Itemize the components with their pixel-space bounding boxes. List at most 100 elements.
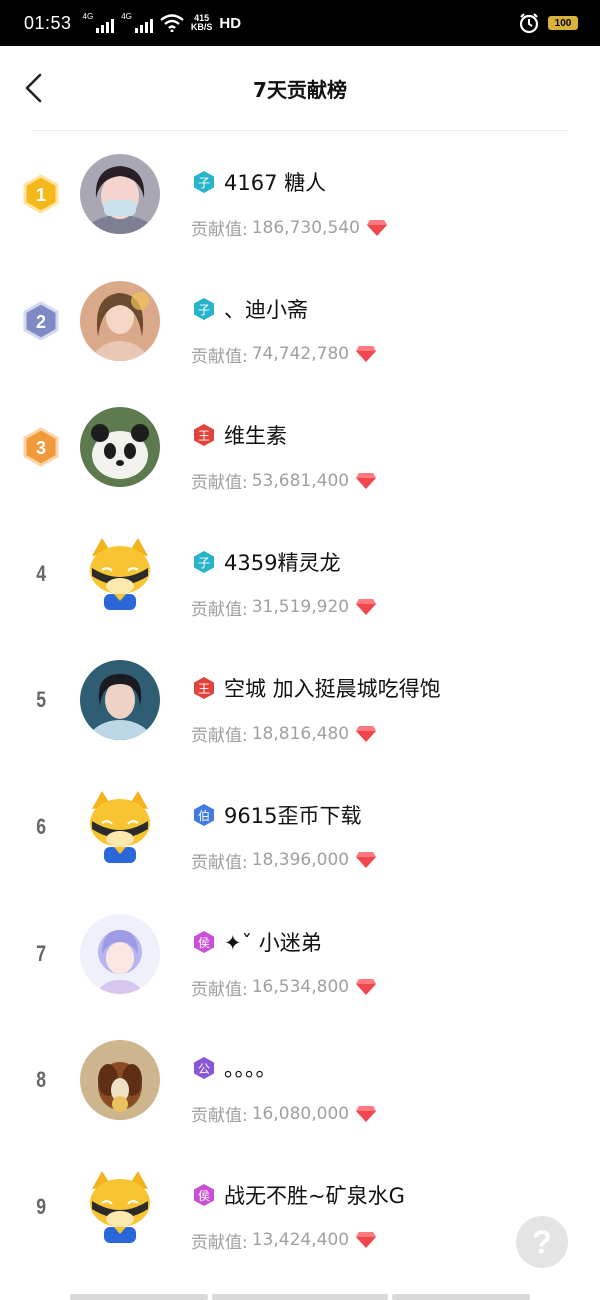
network-type-2: 4G bbox=[121, 12, 132, 21]
mascot-avatar[interactable] bbox=[80, 533, 160, 614]
contribution-label: 贡献值: bbox=[191, 852, 248, 873]
status-time: 01:53 bbox=[24, 12, 72, 33]
medal-icon: 1 bbox=[23, 174, 59, 214]
rank-number: 2 bbox=[36, 312, 46, 332]
diamond-icon bbox=[356, 346, 377, 363]
bottom-tab-peek bbox=[70, 1294, 208, 1300]
contribution: 贡献值: 13,424,400 bbox=[191, 1228, 377, 1253]
diamond-icon bbox=[356, 852, 377, 869]
rank-number: 9 bbox=[36, 1193, 46, 1219]
username: 4167 糖人 bbox=[224, 171, 327, 195]
help-button[interactable]: ? bbox=[516, 1216, 568, 1268]
user-info: 子 4359精灵龙 bbox=[192, 547, 340, 577]
bottom-tab-peek bbox=[392, 1294, 530, 1300]
level-badge-icon: 王 bbox=[194, 677, 214, 700]
rank: 5 bbox=[20, 680, 62, 720]
rank: 7 bbox=[20, 934, 62, 974]
avatar[interactable] bbox=[80, 660, 160, 741]
avatar[interactable] bbox=[80, 280, 160, 361]
list-item[interactable]: 6 伯 9615歪币下载 贡献值: 18,396,000 bbox=[0, 764, 600, 891]
avatar[interactable] bbox=[80, 913, 160, 994]
user-info: 伯 9615歪币下载 bbox=[192, 800, 361, 830]
username: 战无不胜~矿泉水G bbox=[224, 1183, 405, 1208]
username: 9615歪币下载 bbox=[224, 803, 362, 828]
rank-medal-bronze: 3 bbox=[20, 427, 62, 467]
contribution-value: 18,816,480 bbox=[251, 723, 350, 744]
contribution-label: 贡献值: bbox=[191, 979, 248, 1000]
raccoon-mascot-icon bbox=[80, 786, 160, 867]
username: 。。。。 bbox=[224, 1057, 277, 1082]
raccoon-mascot-icon bbox=[80, 1166, 160, 1247]
speed-unit: KB/S bbox=[190, 22, 213, 32]
rank-number: 3 bbox=[36, 438, 46, 458]
battery-icon: 100 bbox=[548, 16, 578, 30]
rank-number: 1 bbox=[36, 185, 46, 205]
level-badge-icon: 子 bbox=[194, 171, 214, 193]
username: 、迪小斋 bbox=[224, 297, 308, 322]
contribution: 贡献值: 16,534,800 bbox=[191, 975, 377, 1000]
contribution-value: 18,396,000 bbox=[251, 850, 350, 871]
status-left: 01:53 4G 4G 415 KB/S HD bbox=[24, 13, 241, 34]
list-item[interactable]: 9 侯 战无不胜~矿泉水G 贡献值: 13,424,400 bbox=[0, 1144, 600, 1271]
contribution-value: 16,534,800 bbox=[251, 977, 350, 998]
network-type: 4G bbox=[82, 12, 94, 21]
level-badge-icon: 公 bbox=[194, 1057, 214, 1080]
list-item[interactable]: 5 王 空城 加入挺晨城吃得饱 贡献值: 18,816,480 bbox=[0, 637, 600, 764]
medal-icon: 3 bbox=[23, 427, 59, 467]
contribution-label: 贡献值: bbox=[191, 473, 248, 494]
user-info: 公 。。。。 bbox=[192, 1053, 277, 1083]
level-badge-icon: 王 bbox=[194, 424, 214, 447]
list-item[interactable]: 8 公 。。。。 贡献值: 16,080,000 bbox=[0, 1017, 600, 1144]
avatar[interactable] bbox=[80, 1040, 160, 1121]
contribution: 贡献值: 18,816,480 bbox=[191, 721, 377, 746]
hd-indicator: HD bbox=[219, 14, 242, 32]
username: 4359精灵龙 bbox=[224, 550, 341, 575]
list-item[interactable]: 7 侯 ✦ˇ 小迷弟 贡献值: 16,534,800 bbox=[0, 891, 600, 1018]
username: ✦ˇ 小迷弟 bbox=[224, 930, 322, 955]
diamond-icon bbox=[356, 472, 377, 489]
user-info: 子 4167 糖人 bbox=[192, 167, 326, 197]
list-item[interactable]: 2 子 、迪小斋 贡献值: 74,742,780 bbox=[0, 258, 600, 385]
contribution-label: 贡献值: bbox=[191, 599, 248, 620]
level-badge-icon: 侯 bbox=[194, 930, 214, 953]
contribution-label: 贡献值: bbox=[191, 1106, 248, 1127]
contribution-value: 31,519,920 bbox=[251, 597, 350, 618]
user-info: 王 维生素 bbox=[192, 420, 287, 450]
list-item[interactable]: 3 王 维生素 贡献值: 53,681,400 bbox=[0, 384, 600, 511]
level-text: 子 bbox=[198, 556, 210, 570]
user-info: 侯 战无不胜~矿泉水G bbox=[192, 1180, 405, 1210]
avatar[interactable] bbox=[80, 154, 160, 234]
raccoon-mascot-icon bbox=[80, 533, 160, 614]
mascot-avatar[interactable] bbox=[80, 786, 160, 867]
list-item[interactable]: 1 子 4167 糖人 贡献值: 186,730,540 bbox=[0, 131, 600, 258]
list-item[interactable]: 4 子 4359精灵龙 贡献值: 31,519,920 bbox=[0, 511, 600, 638]
username: 空城 加入挺晨城吃得饱 bbox=[224, 677, 441, 702]
rank-number: 7 bbox=[36, 940, 46, 966]
level-text: 侯 bbox=[198, 1189, 210, 1203]
mascot-avatar[interactable] bbox=[80, 1166, 160, 1247]
contribution-value: 186,730,540 bbox=[251, 217, 360, 238]
status-right: 100 bbox=[518, 12, 578, 34]
alarm-icon bbox=[519, 13, 539, 34]
page-title: 7天贡献榜 bbox=[253, 78, 347, 102]
rank: 4 bbox=[20, 554, 62, 594]
diamond-icon bbox=[356, 1105, 377, 1122]
user-info: 子 、迪小斋 bbox=[192, 294, 308, 324]
wifi-icon bbox=[160, 14, 184, 32]
user-info: 王 空城 加入挺晨城吃得饱 bbox=[192, 673, 441, 703]
diamond-icon bbox=[356, 979, 377, 996]
contribution-value: 16,080,000 bbox=[251, 1103, 350, 1124]
medal-icon: 2 bbox=[23, 300, 59, 341]
level-text: 伯 bbox=[198, 808, 210, 823]
level-text: 子 bbox=[198, 303, 210, 317]
bottom-tab-peek bbox=[212, 1294, 388, 1300]
avatar[interactable] bbox=[80, 407, 160, 488]
network-speed: 415 KB/S bbox=[191, 14, 213, 32]
rank: 6 bbox=[20, 807, 62, 847]
rank: 9 bbox=[20, 1187, 62, 1227]
level-text: 王 bbox=[198, 682, 210, 696]
signal-icon: 4G bbox=[83, 13, 115, 33]
rank-medal-silver: 2 bbox=[20, 300, 62, 341]
diamond-icon bbox=[366, 219, 387, 236]
diamond-icon bbox=[356, 599, 377, 616]
